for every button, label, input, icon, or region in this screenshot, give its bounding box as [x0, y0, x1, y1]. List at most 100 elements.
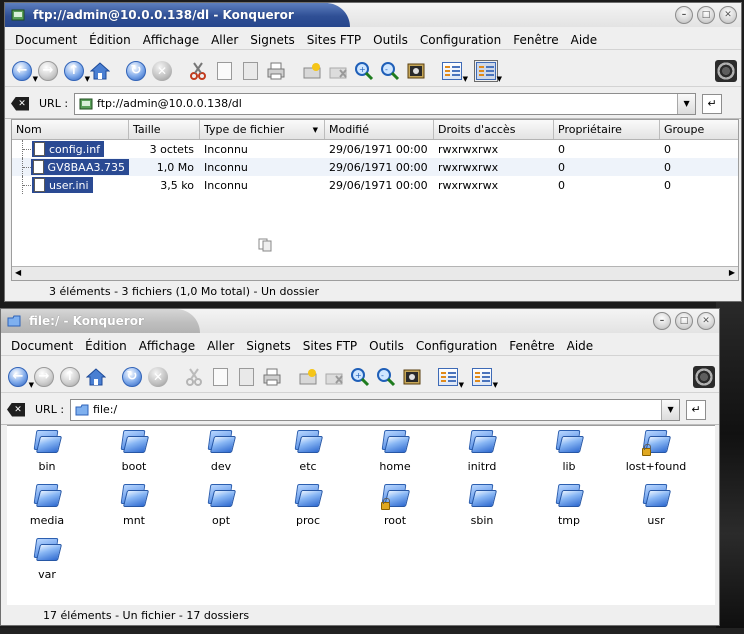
go-button[interactable]: ↵ — [686, 399, 707, 420]
menu-outils[interactable]: Outils — [363, 339, 410, 353]
delete-button[interactable] — [327, 60, 349, 82]
folder-item[interactable]: bin — [7, 430, 87, 473]
title-tab[interactable]: ftp://admin@10.0.0.138/dl - Konqueror — [5, 3, 350, 27]
new-folder-button[interactable] — [301, 60, 323, 82]
menu-affichage[interactable]: Affichage — [133, 339, 201, 353]
print-button[interactable] — [261, 366, 283, 388]
scroll-left-arrow-icon[interactable]: ◀ — [15, 268, 21, 277]
home-button[interactable] — [85, 366, 107, 388]
close-button[interactable]: ✕ — [719, 6, 737, 24]
menu-document[interactable]: Document — [9, 33, 83, 47]
view-mode-tree-button[interactable]: ▼ — [474, 59, 502, 83]
menu-aller[interactable]: Aller — [205, 33, 244, 47]
zoom-out-button[interactable]: - — [375, 366, 397, 388]
terminal-button[interactable] — [401, 366, 423, 388]
folder-item[interactable]: etc — [268, 430, 348, 473]
maximize-button[interactable]: □ — [697, 6, 715, 24]
clear-location-icon[interactable]: ✕ — [11, 96, 29, 111]
menu-document[interactable]: Document — [5, 339, 79, 353]
col-type[interactable]: Type de fichier ▼ — [200, 120, 325, 139]
icon-view[interactable]: bin boot dev etc home initrd lib lost+found medi… — [7, 425, 715, 605]
menu-signets[interactable]: Signets — [240, 339, 297, 353]
menu-affichage[interactable]: Affichage — [137, 33, 205, 47]
zoom-in-button[interactable]: + — [349, 366, 371, 388]
table-row[interactable]: GV8BAA3.735 1,0 Mo Inconnu 29/06/1971 00… — [12, 158, 738, 176]
view-mode-button[interactable]: ▼ — [441, 60, 468, 83]
url-history-dropdown[interactable]: ▼ — [661, 399, 680, 420]
cut-button[interactable] — [187, 60, 209, 82]
folder-item[interactable]: mnt — [94, 484, 174, 527]
paste-button[interactable] — [235, 366, 257, 388]
col-name[interactable]: Nom — [12, 120, 129, 139]
folder-item[interactable]: lost+found — [616, 430, 696, 473]
delete-button[interactable] — [323, 366, 345, 388]
menu-outils[interactable]: Outils — [367, 33, 414, 47]
up-button[interactable]: ↑ ▼ — [63, 60, 90, 83]
forward-button[interactable]: → — [33, 366, 55, 388]
up-button[interactable]: ↑ — [59, 366, 81, 388]
minimize-button[interactable]: – — [653, 312, 671, 330]
zoom-out-button[interactable]: - — [379, 60, 401, 82]
folder-item[interactable]: media — [7, 484, 87, 527]
cut-button[interactable] — [183, 366, 205, 388]
url-history-dropdown[interactable]: ▼ — [677, 93, 696, 114]
view-mode-tree-button[interactable]: ▼ — [471, 366, 498, 389]
table-row[interactable]: user.ini 3,5 ko Inconnu 29/06/1971 00:00… — [12, 176, 738, 194]
terminal-button[interactable] — [405, 60, 427, 82]
url-field[interactable]: ftp://admin@10.0.0.138/dl ▼ — [74, 92, 697, 115]
folder-item[interactable]: usr — [616, 484, 696, 527]
minimize-button[interactable]: – — [675, 6, 693, 24]
menu-configuration[interactable]: Configuration — [414, 33, 507, 47]
col-modified[interactable]: Modifié — [325, 120, 434, 139]
folder-item[interactable]: opt — [181, 484, 261, 527]
folder-item[interactable]: proc — [268, 484, 348, 527]
home-button[interactable] — [89, 60, 111, 82]
zoom-in-button[interactable]: + — [353, 60, 375, 82]
copy-button[interactable] — [209, 366, 231, 388]
folder-item[interactable]: var — [7, 538, 87, 581]
menu-fenetre[interactable]: Fenêtre — [507, 33, 564, 47]
new-folder-button[interactable] — [297, 366, 319, 388]
reload-button[interactable]: ↻ — [121, 366, 143, 388]
stop-button[interactable]: ✕ — [151, 60, 173, 82]
menu-aide[interactable]: Aide — [561, 339, 600, 353]
title-tab[interactable]: file:/ - Konqueror — [1, 309, 200, 333]
table-row[interactable]: config.inf 3 octets Inconnu 29/06/1971 0… — [12, 140, 738, 158]
folder-item[interactable]: boot — [94, 430, 174, 473]
col-group[interactable]: Groupe — [660, 120, 738, 139]
go-button[interactable]: ↵ — [702, 93, 723, 114]
url-field[interactable]: file:/ ▼ — [70, 398, 681, 421]
col-owner[interactable]: Propriétaire — [554, 120, 660, 139]
menu-configuration[interactable]: Configuration — [410, 339, 503, 353]
col-size[interactable]: Taille — [129, 120, 200, 139]
maximize-button[interactable]: □ — [675, 312, 693, 330]
copy-button[interactable] — [213, 60, 235, 82]
menu-fenetre[interactable]: Fenêtre — [503, 339, 560, 353]
back-button[interactable]: ← ▼ — [7, 366, 34, 389]
reload-button[interactable]: ↻ — [125, 60, 147, 82]
folder-item[interactable]: lib — [529, 430, 609, 473]
menu-aide[interactable]: Aide — [565, 33, 604, 47]
horizontal-scrollbar[interactable]: ◀ ▶ — [12, 266, 738, 280]
menu-sites-ftp[interactable]: Sites FTP — [297, 339, 363, 353]
menu-signets[interactable]: Signets — [244, 33, 301, 47]
close-button[interactable]: ✕ — [697, 312, 715, 330]
folder-item[interactable]: dev — [181, 430, 261, 473]
print-button[interactable] — [265, 60, 287, 82]
stop-button[interactable]: ✕ — [147, 366, 169, 388]
menu-sites-ftp[interactable]: Sites FTP — [301, 33, 367, 47]
folder-item[interactable]: home — [355, 430, 435, 473]
scroll-right-arrow-icon[interactable]: ▶ — [729, 268, 735, 277]
forward-button[interactable]: → — [37, 60, 59, 82]
col-rights[interactable]: Droits d'accès — [434, 120, 554, 139]
folder-item[interactable]: initrd — [442, 430, 522, 473]
clear-location-icon[interactable]: ✕ — [7, 402, 25, 417]
folder-item[interactable]: tmp — [529, 484, 609, 527]
folder-item[interactable]: root — [355, 484, 435, 527]
menu-aller[interactable]: Aller — [201, 339, 240, 353]
view-mode-button[interactable]: ▼ — [437, 366, 464, 389]
folder-item[interactable]: sbin — [442, 484, 522, 527]
paste-button[interactable] — [239, 60, 261, 82]
titlebar[interactable]: file:/ - Konqueror – □ ✕ — [1, 309, 719, 333]
titlebar[interactable]: ftp://admin@10.0.0.138/dl - Konqueror – … — [5, 3, 741, 27]
